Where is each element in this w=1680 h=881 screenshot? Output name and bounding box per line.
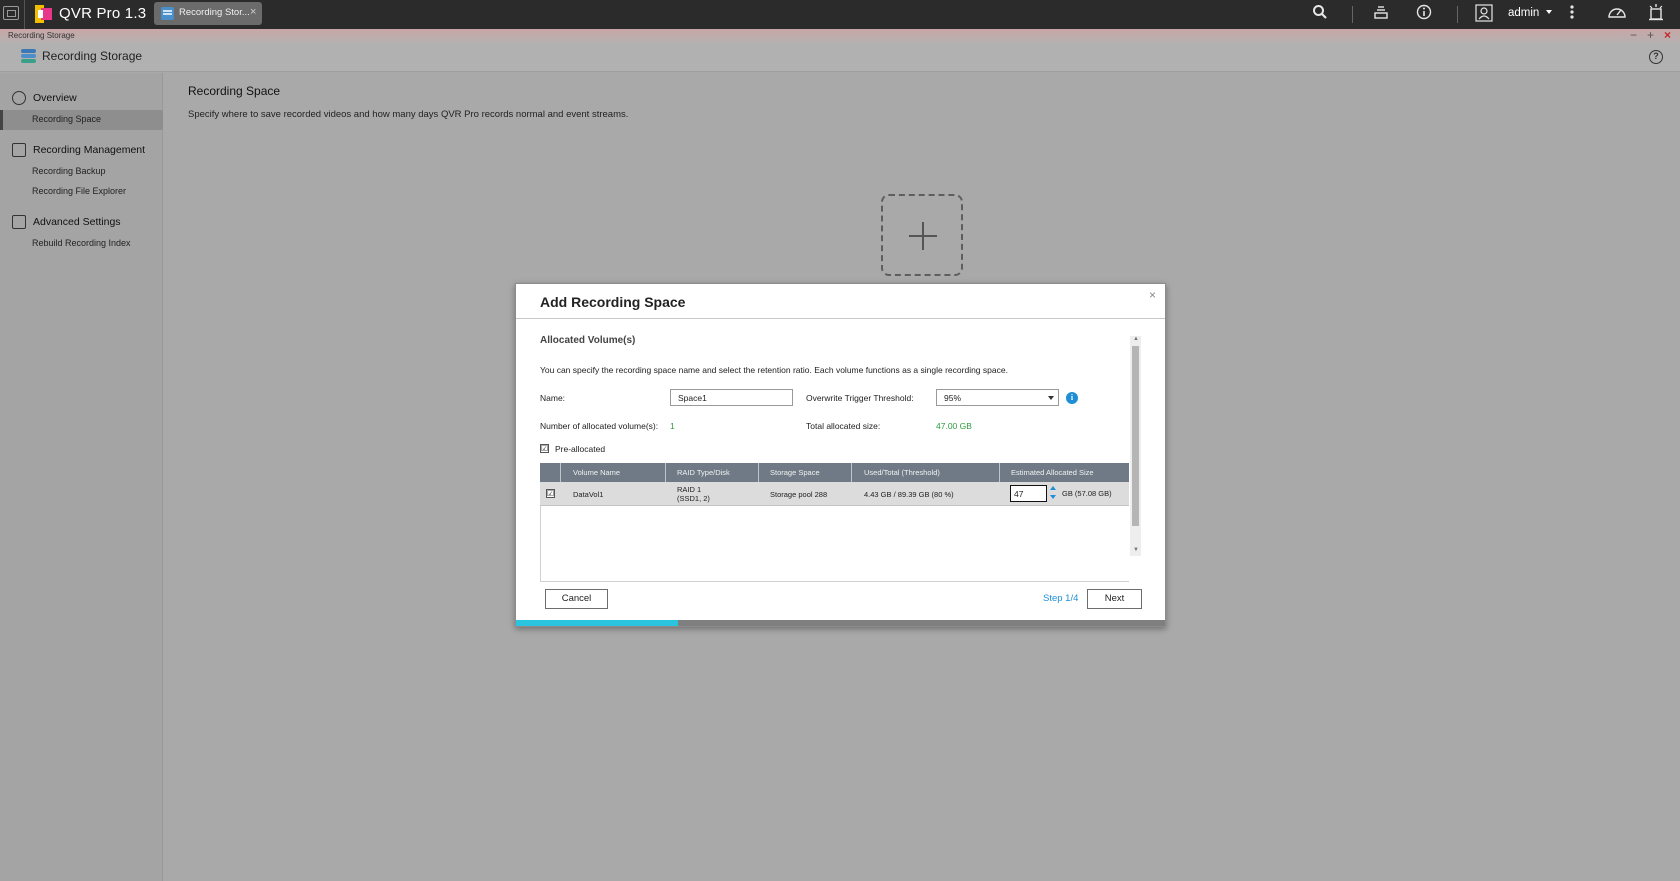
allocated-size-input[interactable]: 47 <box>1010 485 1047 502</box>
sidebar-item-rebuild-recording-index[interactable]: Rebuild Recording Index <box>0 234 163 254</box>
volume-name-cell: DataVol1 <box>573 490 604 499</box>
recording-storage-icon <box>161 7 174 20</box>
top-bar: QVR Pro 1.3 Recording Stor... × admin <box>0 0 1680 29</box>
sidebar-item-recording-file-explorer[interactable]: Recording File Explorer <box>0 182 163 202</box>
size-stepper[interactable] <box>1050 485 1058 502</box>
dialog-scrollbar[interactable]: ▲ ▼ <box>1130 336 1141 556</box>
gauge-icon <box>12 91 26 105</box>
total-size-value: 47.00 GB <box>936 421 972 431</box>
step-indicator: Step 1/4 <box>1043 593 1079 604</box>
cancel-button[interactable]: Cancel <box>545 589 608 609</box>
sidebar: Overview Recording Space Recording Manag… <box>0 73 163 881</box>
divider <box>1352 6 1353 23</box>
preallocated-label: Pre-allocated <box>555 444 606 454</box>
sidebar-item-recording-backup[interactable]: Recording Backup <box>0 162 163 182</box>
close-window-button[interactable]: × <box>1664 29 1671 41</box>
sidebar-group-label: Advanced Settings <box>33 216 121 228</box>
main-menu-icon[interactable] <box>3 6 19 20</box>
maximize-button[interactable]: + <box>1647 29 1654 41</box>
table-header: Volume Name RAID Type/Disk Storage Space… <box>540 463 1129 482</box>
threshold-value: 95% <box>944 393 962 403</box>
plus-icon <box>909 222 937 250</box>
task-tab-label: Recording Stor... <box>179 7 250 18</box>
app-header: Recording Storage ? <box>0 42 1680 72</box>
threshold-info-icon[interactable]: i <box>1066 392 1078 404</box>
sidebar-item-label: Recording Space <box>32 114 102 124</box>
allocated-volumes-heading: Allocated Volume(s) <box>540 335 636 346</box>
info-icon[interactable] <box>1414 4 1434 25</box>
sidebar-item-label: Recording File Explorer <box>32 186 127 196</box>
row-checkbox[interactable]: ☑ <box>546 489 555 498</box>
folder-icon <box>12 143 26 157</box>
sidebar-group-advanced-settings[interactable]: Advanced Settings <box>0 211 163 233</box>
app-name: QVR Pro 1.3 <box>59 5 147 22</box>
column-header: Used/Total (Threshold) <box>864 468 940 477</box>
add-recording-space-button[interactable] <box>881 194 963 276</box>
scroll-down-icon[interactable]: ▼ <box>1133 547 1139 553</box>
dialog-description: You can specify the recording space name… <box>540 365 1008 375</box>
sidebar-group-overview[interactable]: Overview <box>0 87 163 109</box>
sidebar-item-recording-space[interactable]: Recording Space <box>0 110 163 130</box>
add-recording-space-dialog: Add Recording Space × Allocated Volume(s… <box>515 283 1166 627</box>
column-header: Storage Space <box>770 468 820 477</box>
window-title-bar: Recording Storage − + × <box>0 29 1680 42</box>
search-icon[interactable] <box>1310 4 1330 25</box>
threshold-select[interactable]: 95% <box>936 389 1059 406</box>
storage-space-cell: Storage pool 288 <box>770 490 828 499</box>
sidebar-item-label: Recording Backup <box>32 166 106 176</box>
stepper-down-icon[interactable] <box>1050 495 1056 499</box>
column-header: Volume Name <box>573 468 621 477</box>
background-tasks-icon[interactable] <box>1371 4 1391 25</box>
progress-fill <box>516 620 679 626</box>
chevron-down-icon <box>1545 10 1552 14</box>
raid-type-cell: RAID 1 <box>677 485 702 494</box>
column-header: Estimated Allocated Size <box>1011 468 1094 477</box>
user-avatar-icon[interactable] <box>1474 4 1494 25</box>
chevron-down-icon <box>1048 396 1054 400</box>
allocated-count-label: Number of allocated volume(s): <box>540 421 659 431</box>
section-title: Recording Space <box>188 84 281 98</box>
scrollbar-thumb[interactable] <box>1132 346 1139 526</box>
recording-storage-icon <box>21 49 36 65</box>
username: admin <box>1508 7 1540 19</box>
allocated-count-value: 1 <box>670 421 675 431</box>
wizard-progress-bar <box>516 620 1165 626</box>
user-menu[interactable]: admin <box>1508 7 1552 19</box>
name-label: Name: <box>540 393 566 403</box>
preallocated-checkbox[interactable]: ☑ <box>540 444 549 453</box>
sidebar-group-label: Overview <box>33 92 77 104</box>
task-tab-recording-storage[interactable]: Recording Stor... × <box>154 2 262 25</box>
total-size-label: Total allocated size: <box>806 421 881 431</box>
table-body <box>540 506 1129 582</box>
table-row[interactable]: ☑ DataVol1 RAID 1 (SSD1, 2) Storage pool… <box>540 482 1129 506</box>
threshold-label: Overwrite Trigger Threshold: <box>806 393 914 403</box>
section-description: Specify where to save recorded videos an… <box>188 109 629 120</box>
more-options-icon[interactable] <box>1564 4 1580 25</box>
column-header: RAID Type/Disk <box>677 468 730 477</box>
divider <box>516 318 1165 319</box>
settings-list-icon <box>12 215 26 229</box>
stepper-up-icon[interactable] <box>1050 486 1056 490</box>
task-tab-close-icon[interactable]: × <box>250 6 256 18</box>
window-title: Recording Storage <box>8 31 75 40</box>
used-total-cell: 4.43 GB / 89.39 GB (80 %) <box>864 490 954 499</box>
dashboard-gauge-icon[interactable] <box>1606 4 1628 25</box>
allocated-size-unit: GB (57.08 GB) <box>1062 489 1112 498</box>
dialog-title: Add Recording Space <box>540 294 686 310</box>
raid-disks-cell: (SSD1, 2) <box>677 494 710 503</box>
name-input[interactable]: Space1 <box>670 389 793 406</box>
dialog-close-icon[interactable]: × <box>1149 288 1156 302</box>
notification-alarm-icon[interactable] <box>1646 4 1666 25</box>
divider <box>1457 6 1458 23</box>
next-button[interactable]: Next <box>1087 589 1142 609</box>
sidebar-group-recording-management[interactable]: Recording Management <box>0 139 163 161</box>
qvr-logo-icon <box>35 5 52 23</box>
minimize-button[interactable]: − <box>1630 29 1637 41</box>
help-icon[interactable]: ? <box>1649 50 1663 64</box>
sidebar-group-label: Recording Management <box>33 144 146 156</box>
divider <box>24 0 25 29</box>
scroll-up-icon[interactable]: ▲ <box>1133 336 1139 342</box>
sidebar-item-label: Rebuild Recording Index <box>32 238 131 248</box>
page-title: Recording Storage <box>42 49 143 63</box>
